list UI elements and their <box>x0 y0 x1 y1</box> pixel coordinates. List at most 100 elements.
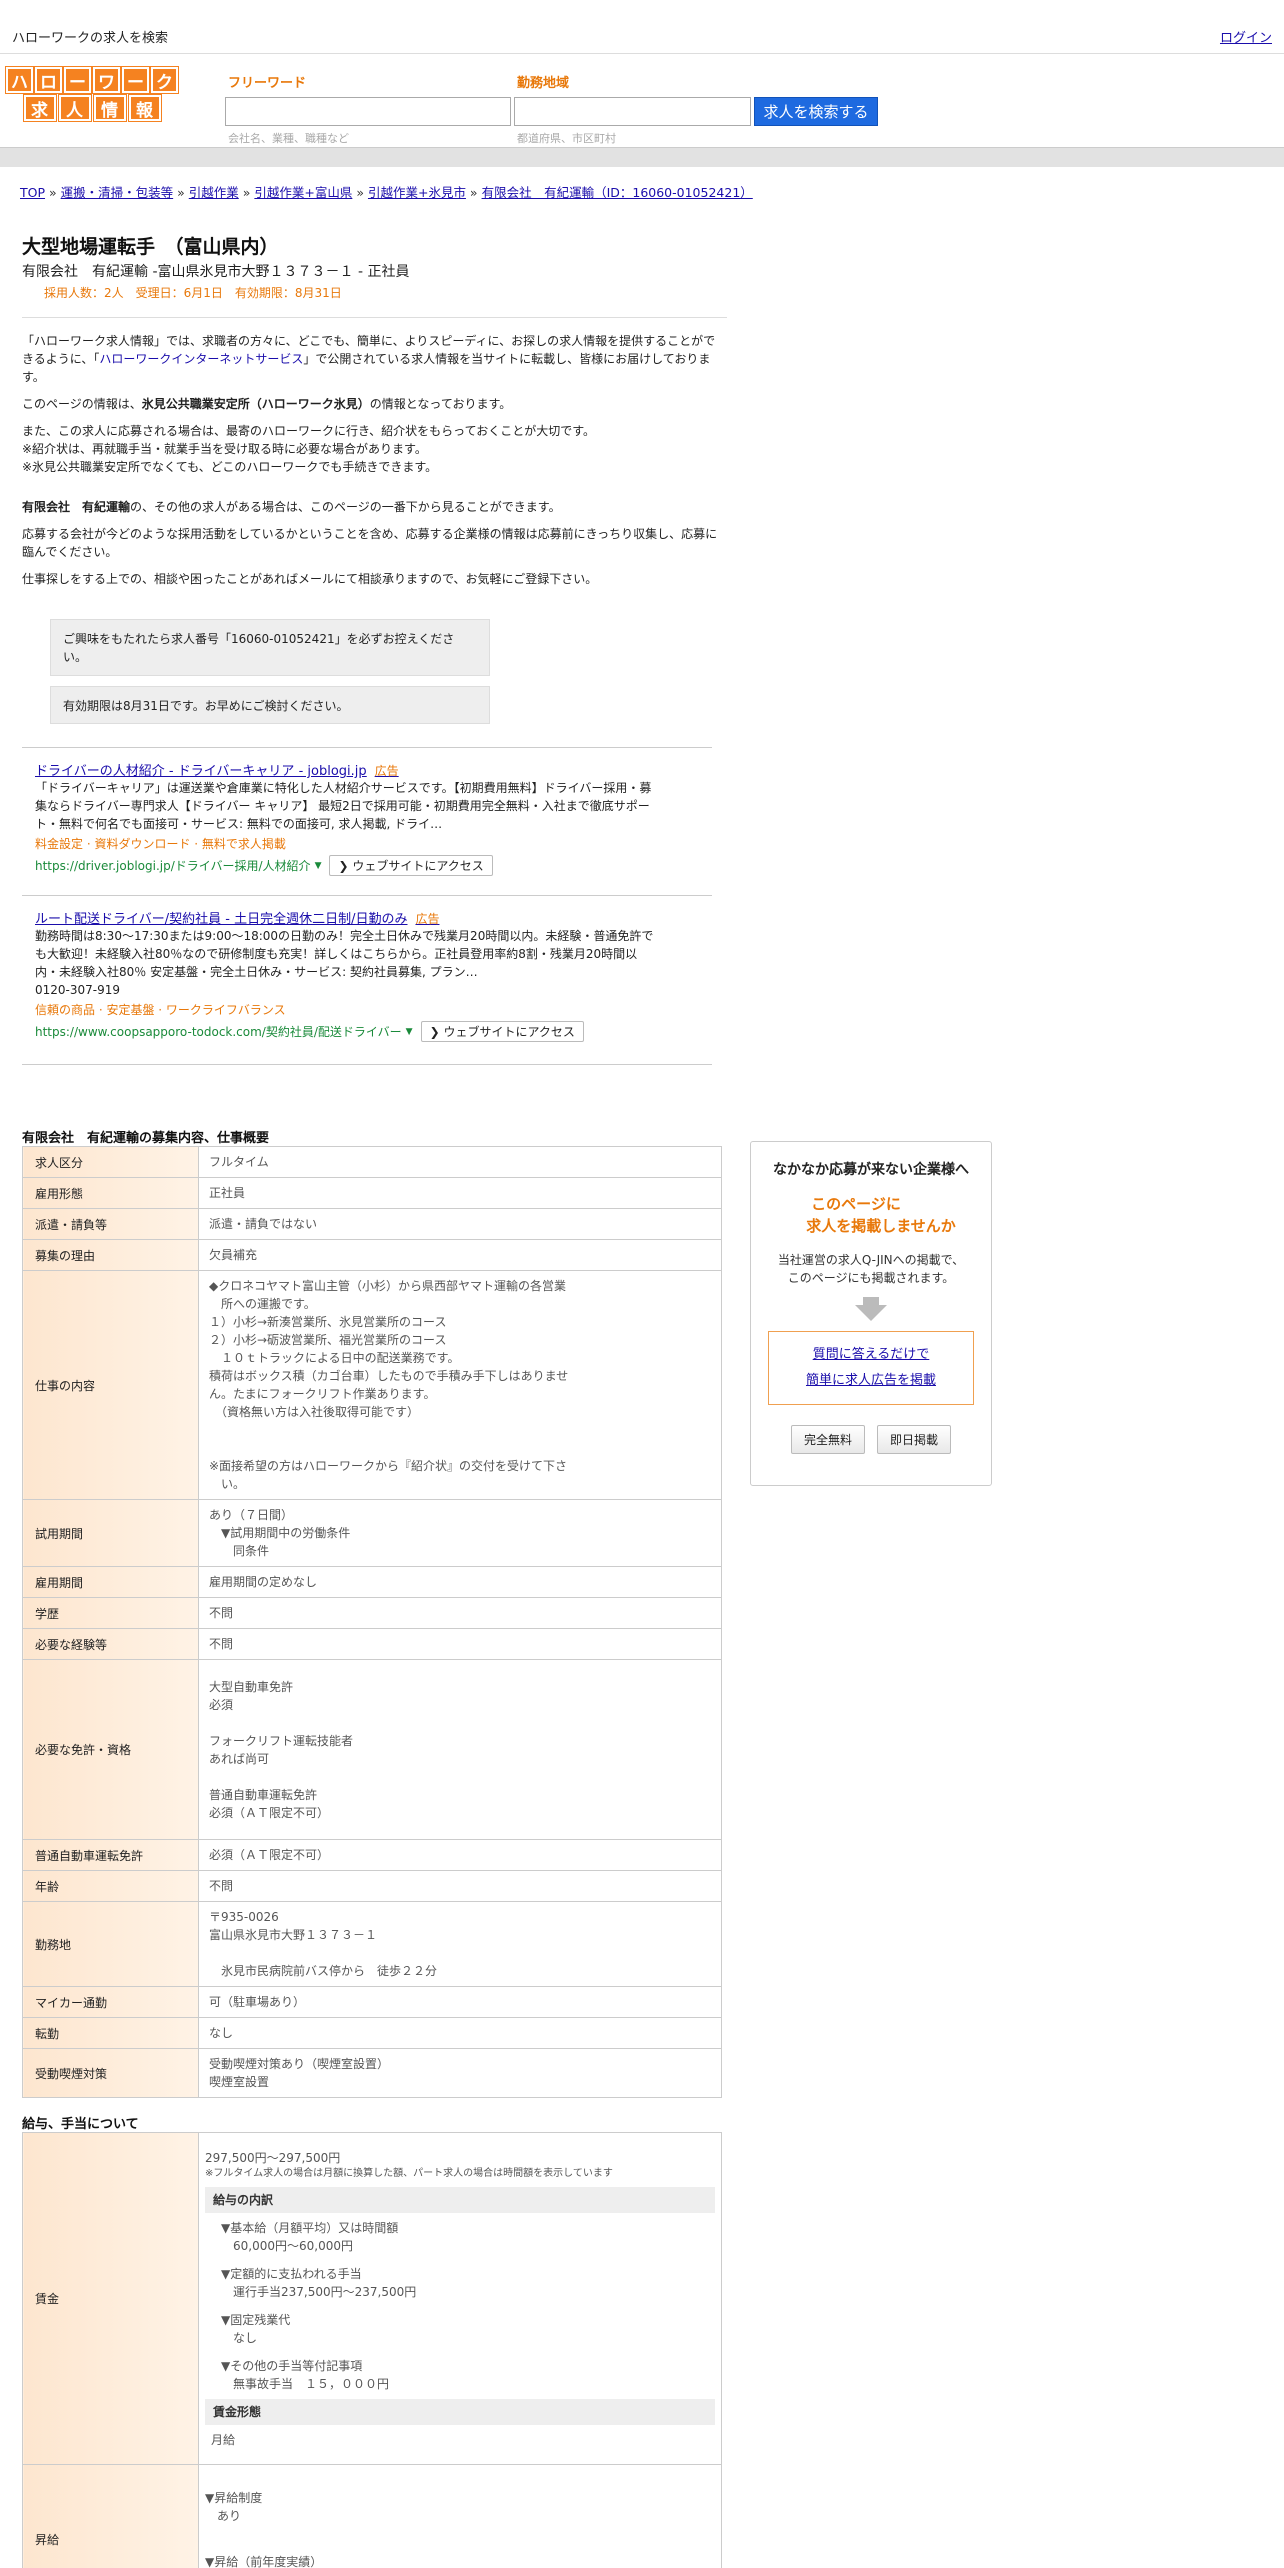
row-label: 年齢 <box>22 1870 199 1902</box>
row-value: ▼昇給制度 あり ▼昇給（前年度実績） あり <box>198 2464 722 2568</box>
wage-item: ▼基本給（月額平均）又は時間額 60,000円〜60,000円 <box>221 2220 399 2253</box>
search-header: ハ ロ ー ワ ー ク 求 人 情 報 フリーワード 会社名、業種、職種など 勤… <box>0 55 1284 147</box>
promo-catch: このページに 求人を掲載しませんか <box>806 1195 956 1235</box>
logo-char: 人 <box>58 95 91 121</box>
row-value: 不問 <box>198 1597 722 1629</box>
wage-item: ▼その他の手当等付記事項 無事故手当 １５，０００円 <box>221 2358 390 2391</box>
job-meta: 採用人数：2人 受理日：6月1日 有効期限：8月31日 <box>44 286 342 300</box>
search-button[interactable]: 求人を検索する <box>754 97 878 126</box>
row-label: 仕事の内容 <box>22 1270 199 1500</box>
freeword-label: フリーワード <box>228 76 307 91</box>
breadcrumb: TOP » 運搬・清掃・包装等 » 引越作業 » 引越作業+富山県 » 引越作業… <box>20 185 753 200</box>
logo-char: 報 <box>128 95 161 121</box>
ad-sitelinks[interactable]: 信頼の商品 · 安定基盤 · ワークライフバランス <box>35 1001 699 1018</box>
row-value: 297,500円〜297,500円 ※フルタイム求人の場合は月額に換算した額、パ… <box>198 2132 722 2465</box>
row-value: 大型自動車免許 必須 フォークリフト運転技能者 あれば尚可 普通自動車運転免許 … <box>198 1659 722 1840</box>
row-value: 可（駐車場あり） <box>198 1986 722 2018</box>
row-value: 不問 <box>198 1628 722 1660</box>
freeword-input[interactable] <box>225 97 511 126</box>
intro-text: 「ハローワーク求人情報」では、求職者の方々に、どこでも、簡単に、よりスピーディに… <box>22 334 716 384</box>
main-content: 大型地場運転手 （富山県内） 有限会社 有紀運輸 -富山県氷見市大野１３７３－１… <box>22 232 727 597</box>
row-label: 転勤 <box>22 2017 199 2049</box>
row-label: 勤務地 <box>22 1901 199 1987</box>
wage-breakdown-heading: 給与の内訳 <box>205 2186 715 2213</box>
hellowork-logo[interactable]: ハ ロ ー ワ ー ク 求 人 情 報 <box>4 67 180 123</box>
visit-website-button[interactable]: ❯ ウェブサイトにアクセス <box>420 1021 584 1042</box>
section-heading: 有限会社 有紀運輸の募集内容、仕事概要 <box>22 1131 270 1146</box>
row-label: マイカー通勤 <box>22 1986 199 2018</box>
area-placeholder: 都道府県、市区町村 <box>517 132 616 145</box>
row-label: 派遣・請負等 <box>22 1208 199 1240</box>
crumb-link[interactable]: 引越作業 <box>189 185 239 200</box>
arrow-down-icon <box>855 1305 887 1321</box>
row-label: 募集の理由 <box>22 1239 199 1271</box>
row-value: 受動喫煙対策あり（喫煙室設置） 喫煙室設置 <box>198 2048 722 2098</box>
row-label: 試用期間 <box>22 1499 199 1567</box>
row-label: 雇用形態 <box>22 1177 199 1209</box>
row-label: 必要な経験等 <box>22 1628 199 1660</box>
row-label: 求人区分 <box>22 1146 199 1178</box>
wage-item: ▼定額的に支払われる手当 運行手当237,500円〜237,500円 <box>221 2266 417 2299</box>
raise-item: ▼昇給（前年度実績） あり <box>205 2555 323 2568</box>
post-job-link[interactable]: 質問に答えるだけで <box>813 1347 930 1362</box>
row-label: 賃金 <box>22 2132 199 2465</box>
row-label: 普通自動車運転免許 <box>22 1839 199 1871</box>
row-value: フルタイム <box>198 1146 722 1178</box>
notice-box: 有効期限は8月31日です。お早めにご検討ください。 <box>50 686 490 724</box>
post-job-link[interactable]: 簡単に求人広告を掲載 <box>806 1373 936 1388</box>
row-value: 雇用期間の定めなし <box>198 1566 722 1598</box>
wage-table: 賃金 297,500円〜297,500円 ※フルタイム求人の場合は月額に換算した… <box>22 2132 722 2568</box>
wage-type-heading: 賃金形態 <box>205 2398 715 2425</box>
crumb-link[interactable]: TOP <box>20 185 45 200</box>
row-value: 派遣・請負ではない <box>198 1208 722 1240</box>
logo-char: 求 <box>23 95 56 121</box>
ad-block: ドライバーの人材紹介 - ドライバーキャリア - joblogi.jp 広告 「ド… <box>22 747 712 895</box>
promo-text: 当社運営の求人Q-JINへの掲載で、 このページにも掲載されます。 <box>777 1253 965 1285</box>
ad-title-link[interactable]: ルート配送ドライバー/契約社員 - 土日完全週休二日制/日勤のみ 広告 <box>35 908 699 927</box>
visit-website-button[interactable]: ❯ ウェブサイトにアクセス <box>329 855 493 876</box>
area-input[interactable] <box>514 97 751 126</box>
intro-text: また、この求人に応募される場合は、最寄のハローワークに行き、紹介状をもらっておく… <box>22 424 596 438</box>
ad-url[interactable]: https://driver.joblogi.jp/ドライバー採用/人材紹介 ▼ ❯… <box>35 855 699 876</box>
row-value: 欠員補充 <box>198 1239 722 1271</box>
promo-heading: なかなか応募が来ない企業様へ <box>773 1162 969 1178</box>
login-link[interactable]: ログイン <box>1220 27 1272 46</box>
ad-url[interactable]: https://www.coopsapporo-todock.com/契約社員/… <box>35 1021 699 1042</box>
ad-sitelinks[interactable]: 料金設定 · 資料ダウンロード · 無料で求人掲載 <box>35 835 699 852</box>
row-label: 必要な免許・資格 <box>22 1659 199 1840</box>
wage-type: 月給 <box>211 2432 236 2447</box>
intro-text: ※氷見公共職業安定所でなくても、どこのハローワークでも手続きできます。 <box>22 460 438 474</box>
logo-char: ハ <box>6 67 33 93</box>
freeword-placeholder: 会社名、業種、職種など <box>228 132 349 145</box>
intro-text: 有限会社 有紀運輸の、その他の求人がある場合は、このページの一番下から見ることが… <box>22 500 561 514</box>
row-value: ◆クロネコヤマト富山主管（小杉）から県西部ヤマト運輸の各営業 所への運搬です。 … <box>198 1270 722 1500</box>
row-label: 学歴 <box>22 1597 199 1629</box>
same-day-button[interactable]: 即日掲載 <box>877 1425 952 1454</box>
logo-char: ー <box>122 67 149 93</box>
logo-char: 情 <box>93 95 126 121</box>
row-value: なし <box>198 2017 722 2049</box>
job-detail-table: 求人区分 フルタイム 雇用形態 正社員 派遣・請負等 派遣・請負ではない 募集の理由欠… <box>22 1146 722 2098</box>
job-title: 大型地場運転手 （富山県内） <box>22 236 279 258</box>
notice-box: ご興味をもたれたら求人番号「16060-01052421」を必ずお控えください。 <box>50 619 490 676</box>
employer-promo-box: なかなか応募が来ない企業様へ このページに 求人を掲載しませんか 当社運営の求人Q… <box>750 1141 992 1486</box>
crumb-link[interactable]: 運搬・清掃・包装等 <box>61 185 174 200</box>
crumb-link[interactable]: 有限会社 有紀運輸（ID：16060-01052421） <box>482 185 753 200</box>
company-line: 有限会社 有紀運輸 -富山県氷見市大野１３７３－１ - 正社員 <box>22 264 410 280</box>
row-value: 不問 <box>198 1870 722 1902</box>
ad-title-link[interactable]: ドライバーの人材紹介 - ドライバーキャリア - joblogi.jp 広告 <box>35 760 699 779</box>
ad-block: ルート配送ドライバー/契約社員 - 土日完全週休二日制/日勤のみ 広告 勤務時間は… <box>22 895 712 1065</box>
free-button[interactable]: 完全無料 <box>790 1425 865 1454</box>
logo-char: ク <box>151 67 178 93</box>
wage-item: ▼固定残業代 なし <box>221 2312 291 2345</box>
hellowork-internet-link[interactable]: ハローワークインターネットサービス <box>99 352 303 366</box>
area-label: 勤務地域 <box>517 76 570 91</box>
crumb-link[interactable]: 引越作業+富山県 <box>254 185 352 200</box>
crumb-link[interactable]: 引越作業+氷見市 <box>368 185 466 200</box>
logo-char: ロ <box>35 67 62 93</box>
ad-tag: 広告 <box>415 912 440 926</box>
row-value: あり（７日間） ▼試用期間中の労働条件 同条件 <box>198 1499 722 1567</box>
logo-char: ワ <box>93 67 120 93</box>
ad-phone[interactable]: 0120-307-919 <box>35 981 655 999</box>
wage-note: ※フルタイム求人の場合は月額に換算した額、パート求人の場合は時間額を表示していま… <box>205 2167 613 2179</box>
